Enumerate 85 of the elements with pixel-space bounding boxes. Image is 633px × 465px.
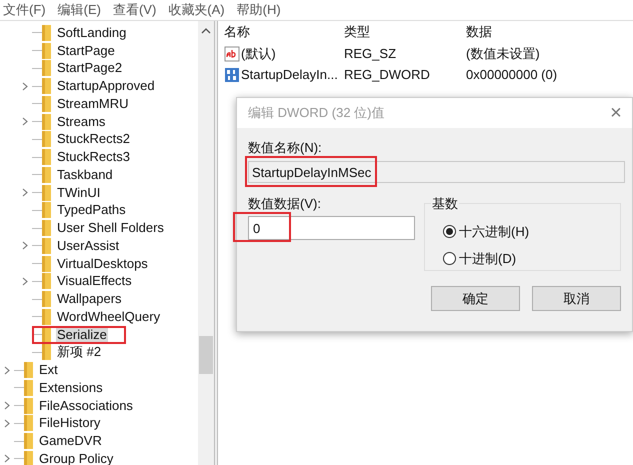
name-field[interactable]: StartupDelayInMSec xyxy=(248,161,625,183)
tree-item[interactable]: Wallpapers xyxy=(56,291,123,308)
expand-icon[interactable] xyxy=(4,366,10,375)
tree-item[interactable]: StartPage xyxy=(56,42,116,59)
tree-item[interactable]: GameDVR xyxy=(38,433,103,450)
tree-item[interactable]: StuckRects3 xyxy=(56,149,131,166)
value-type: REG_DWORD xyxy=(344,66,431,84)
column-header[interactable]: 数据 xyxy=(466,22,626,42)
tree-item[interactable]: WordWheelQuery xyxy=(56,308,162,325)
value-name[interactable]: (默认) xyxy=(241,44,276,64)
tree-item[interactable]: FileAssociations xyxy=(38,398,134,414)
radio-button[interactable] xyxy=(443,252,456,265)
field-label: 数值数据(V): xyxy=(248,195,322,213)
menu-item[interactable]: 文件(F) xyxy=(2,0,47,20)
folder-icon xyxy=(42,220,51,236)
folder-icon xyxy=(42,149,51,166)
folder-icon xyxy=(24,415,33,432)
folder-icon xyxy=(42,184,51,201)
value-data: 0x00000000 (0) xyxy=(466,66,558,84)
string-value-icon xyxy=(224,46,240,62)
radio-button[interactable] xyxy=(443,225,456,238)
folder-icon xyxy=(42,114,51,130)
binary-value-icon xyxy=(224,66,240,82)
dialog-button[interactable]: 取消 xyxy=(532,286,621,311)
tree-item[interactable]: 新项 #2 xyxy=(56,344,102,360)
expand-icon[interactable] xyxy=(22,82,28,91)
folder-icon xyxy=(42,166,51,183)
folder-icon xyxy=(42,42,51,59)
expand-icon[interactable] xyxy=(22,276,28,286)
folder-icon xyxy=(24,450,33,465)
folder-icon xyxy=(24,362,33,378)
field-label: 数值名称(N): xyxy=(248,139,323,157)
folder-icon xyxy=(42,78,51,94)
menu-item[interactable]: 帮助(H) xyxy=(236,0,282,20)
tree-item[interactable]: VirtualDesktops xyxy=(56,256,149,272)
tree-item[interactable]: StartupApproved xyxy=(56,78,156,94)
tree-item[interactable]: TypedPaths xyxy=(56,202,127,218)
folder-icon xyxy=(24,398,33,414)
folder-icon xyxy=(42,291,51,308)
scroll-up-icon[interactable] xyxy=(201,28,211,34)
tree-item[interactable]: User Shell Folders xyxy=(56,220,165,236)
folder-icon xyxy=(42,308,51,325)
expand-icon[interactable] xyxy=(22,117,28,126)
menu-item[interactable]: 查看(V) xyxy=(112,0,158,20)
folder-icon xyxy=(24,380,33,396)
dialog-title: 编辑 DWORD (32 位)值 xyxy=(248,104,384,122)
tree-item[interactable]: SoftLanding xyxy=(56,24,128,41)
folder-icon xyxy=(42,24,51,41)
data-field[interactable]: 0 xyxy=(248,216,415,240)
value-type: REG_SZ xyxy=(344,44,398,63)
folder-icon xyxy=(42,256,51,272)
tree-item[interactable]: FileHistory xyxy=(38,415,102,432)
tree-item[interactable]: UserAssist xyxy=(56,238,120,254)
expand-icon[interactable] xyxy=(4,454,10,464)
tree-item[interactable]: Taskband xyxy=(56,166,114,183)
tree-item[interactable]: TWinUI xyxy=(56,184,102,201)
folder-icon xyxy=(42,238,51,254)
tree-item[interactable]: VisualEffects xyxy=(56,273,133,290)
menu-item[interactable]: 编辑(E) xyxy=(56,0,102,20)
folder-icon xyxy=(42,344,51,360)
close-button[interactable]: × xyxy=(606,103,626,123)
radio-label: 十进制(D) xyxy=(459,250,516,268)
folder-icon xyxy=(42,202,51,218)
expand-icon[interactable] xyxy=(22,241,28,250)
dialog-button[interactable]: 确定 xyxy=(431,286,520,311)
column-header[interactable]: 类型 xyxy=(344,22,466,42)
scrollbar[interactable] xyxy=(198,21,214,465)
folder-icon xyxy=(42,60,51,76)
folder-icon xyxy=(24,433,33,450)
value-name[interactable]: StartupDelayIn... xyxy=(241,64,338,84)
radio-label: 十六进制(H) xyxy=(459,222,530,241)
expand-icon[interactable] xyxy=(22,188,28,198)
tree-item[interactable]: StuckRects2 xyxy=(56,131,131,148)
folder-icon xyxy=(42,96,51,112)
tree-item[interactable]: StreamMRU xyxy=(56,96,130,112)
tree-item[interactable]: Ext xyxy=(38,362,59,378)
tree-item[interactable]: Extensions xyxy=(38,380,104,396)
folder-icon xyxy=(42,131,51,148)
scrollbar-thumb[interactable] xyxy=(199,336,213,374)
menu-item[interactable]: 收藏夹(A) xyxy=(167,0,226,20)
tree-item[interactable]: StartPage2 xyxy=(56,60,124,76)
tree-item[interactable]: Streams xyxy=(56,114,106,130)
value-data: (数值未设置) xyxy=(466,44,540,63)
folder-icon xyxy=(42,273,51,290)
column-header[interactable]: 名称 xyxy=(224,22,344,42)
